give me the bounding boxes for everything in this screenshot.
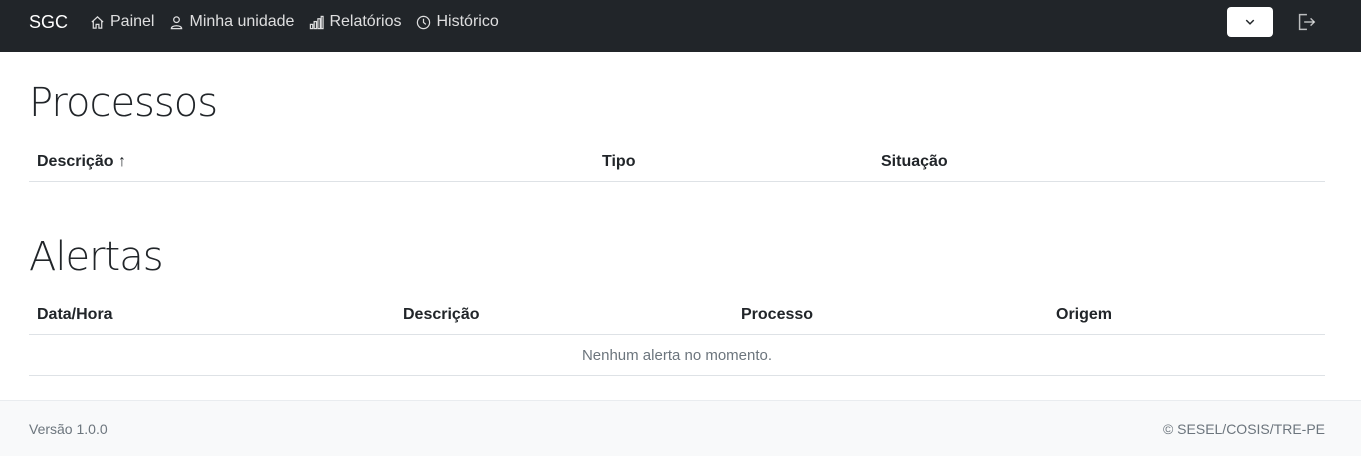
copyright-label: © SESEL/COSIS/TRE-PE	[1162, 421, 1325, 437]
nav-link-minha-unidade[interactable]: Minha unidade	[169, 12, 294, 32]
house-icon	[91, 15, 104, 29]
column-header-origem: Origem	[1056, 306, 1113, 323]
brand-logo[interactable]: SGC	[29, 12, 68, 32]
column-header-data-hora: Data/Hora	[37, 306, 113, 323]
column-header-processo: Processo	[741, 306, 814, 323]
bar-chart-icon	[310, 15, 325, 29]
nav-link-historico[interactable]: Histórico	[416, 12, 499, 32]
table-header-row: Data/Hora Descrição Processo Origem	[29, 295, 1325, 335]
processos-title: Processos	[29, 80, 218, 126]
alertas-table: Data/Hora Descrição Processo Origem Nenh…	[29, 295, 1325, 376]
version-label: Versão 1.0.0	[29, 421, 108, 437]
user-dropdown-button[interactable]	[1227, 7, 1273, 37]
column-header-tipo[interactable]: Tipo	[602, 153, 635, 171]
nav-links: Painel Minha unidade Relatórios Históric…	[90, 12, 514, 32]
empty-alerts-message: Nenhum alerta no momento.	[29, 335, 1325, 376]
nav-link-label: Painel	[110, 13, 155, 30]
nav-link-label: Histórico	[436, 13, 499, 30]
nav-link-label: Minha unidade	[189, 13, 295, 30]
column-header-descricao[interactable]: Descrição ↑	[37, 153, 126, 171]
footer: Versão 1.0.0 © SESEL/COSIS/TRE-PE	[0, 400, 1361, 456]
chevron-down-icon	[1245, 19, 1255, 25]
alertas-title: Alertas	[29, 234, 164, 280]
person-icon	[171, 15, 183, 29]
nav-link-painel[interactable]: Painel	[90, 12, 154, 32]
logout-icon[interactable]	[1295, 11, 1317, 33]
nav-link-relatorios[interactable]: Relatórios	[309, 12, 401, 32]
nav-link-label: Relatórios	[329, 13, 402, 30]
table-header-row: Descrição ↑ Tipo Situação	[29, 142, 1325, 182]
column-header-situacao[interactable]: Situação	[881, 153, 948, 171]
clock-icon	[417, 15, 431, 29]
column-header-descricao: Descrição	[403, 306, 480, 323]
processos-table: Descrição ↑ Tipo Situação	[29, 142, 1325, 182]
top-navbar: SGC Painel Minha unidade Relatórios Hist…	[0, 0, 1361, 52]
